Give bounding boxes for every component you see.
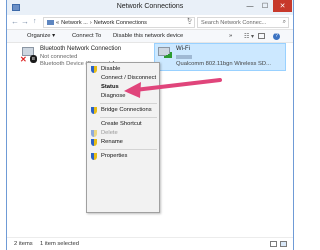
network-folder-icon	[47, 20, 54, 25]
connection-name: Bluetooth Network Connection	[40, 46, 122, 52]
breadcrumb-separator[interactable]: ›	[90, 20, 92, 26]
connection-name: Wi-Fi	[176, 46, 190, 52]
menu-item-disable[interactable]: Disable	[87, 65, 159, 74]
context-menu: Disable Connect / Disconnect Status Diag…	[86, 62, 160, 213]
up-arrow-icon[interactable]: ↑	[33, 18, 37, 26]
menu-separator	[100, 103, 157, 104]
wifi-connection-icon	[158, 47, 172, 59]
menu-separator	[100, 117, 157, 118]
menu-item-create-shortcut[interactable]: Create Shortcut	[87, 120, 159, 129]
back-arrow-icon[interactable]: ←	[11, 18, 19, 26]
preview-pane-button[interactable]	[258, 33, 265, 41]
disable-device-button[interactable]: Disable this network device	[113, 33, 183, 39]
organize-button[interactable]: Organize ▾	[27, 33, 55, 39]
status-bar: 2 items 1 item selected	[7, 237, 293, 250]
menu-item-delete: Delete	[87, 129, 159, 138]
disconnected-x-icon: ✕	[20, 55, 27, 64]
help-icon: ?	[273, 33, 280, 40]
breadcrumb-network[interactable]: Network ...	[61, 20, 88, 26]
menu-item-connect-disconnect[interactable]: Connect / Disconnect	[87, 74, 159, 83]
item-count: 2 items	[14, 241, 33, 247]
menu-item-status[interactable]: Status	[87, 83, 159, 92]
connection-status-redacted	[176, 55, 192, 59]
command-bar: Organize ▾ Connect To Disable this netwo…	[7, 30, 293, 43]
details-view-icon[interactable]	[270, 241, 277, 247]
menu-item-properties[interactable]: Properties	[87, 152, 159, 161]
uac-shield-icon	[91, 153, 97, 160]
minimize-button[interactable]: —	[243, 0, 257, 12]
bluetooth-connection-icon: ✕ ʙ	[20, 47, 37, 64]
more-commands-button[interactable]: »	[229, 33, 232, 39]
connection-device: Qualcomm 802.11bgn Wireless SD...	[176, 61, 271, 67]
menu-separator	[100, 149, 157, 150]
title-bar: Network Connections — ☐ ✕	[7, 0, 293, 15]
uac-shield-icon	[91, 139, 97, 146]
uac-shield-icon	[91, 66, 97, 73]
uac-shield-icon	[91, 107, 97, 114]
menu-item-diagnose[interactable]: Diagnose	[87, 92, 159, 101]
preview-pane-icon	[258, 33, 265, 39]
bluetooth-icon: ʙ	[30, 55, 37, 63]
close-button[interactable]: ✕	[273, 0, 292, 12]
address-bar: ← → ↑ « Network ... › Network Connection…	[7, 15, 293, 30]
change-view-button[interactable]: ☷ ▾	[244, 33, 254, 40]
connection-status: Not connected	[40, 54, 78, 60]
signal-bars-icon	[164, 52, 172, 58]
selected-count: 1 item selected	[40, 241, 79, 247]
connect-to-button[interactable]: Connect To	[72, 33, 101, 39]
breadcrumb-network-connections[interactable]: Network Connections	[94, 20, 147, 26]
help-button[interactable]: ?	[273, 33, 280, 40]
menu-item-bridge-connections[interactable]: Bridge Connections	[87, 106, 159, 115]
connection-item-wifi[interactable]: Wi-Fi Qualcomm 802.11bgn Wireless SD...	[154, 43, 286, 71]
maximize-button[interactable]: ☐	[258, 0, 272, 12]
search-placeholder: Search Network Connec...	[201, 20, 267, 26]
tiles-view-icon[interactable]	[280, 241, 287, 247]
breadcrumb[interactable]: « Network ... › Network Connections ⌄	[43, 17, 195, 28]
forward-arrow-icon[interactable]: →	[21, 18, 29, 26]
breadcrumb-overflow[interactable]: «	[56, 20, 59, 26]
search-input[interactable]: Search Network Connec... ⌕	[197, 17, 289, 28]
uac-shield-icon	[91, 130, 97, 137]
search-icon[interactable]: ⌕	[283, 19, 286, 26]
refresh-icon[interactable]: ↻	[187, 17, 192, 24]
menu-item-rename[interactable]: Rename	[87, 138, 159, 147]
